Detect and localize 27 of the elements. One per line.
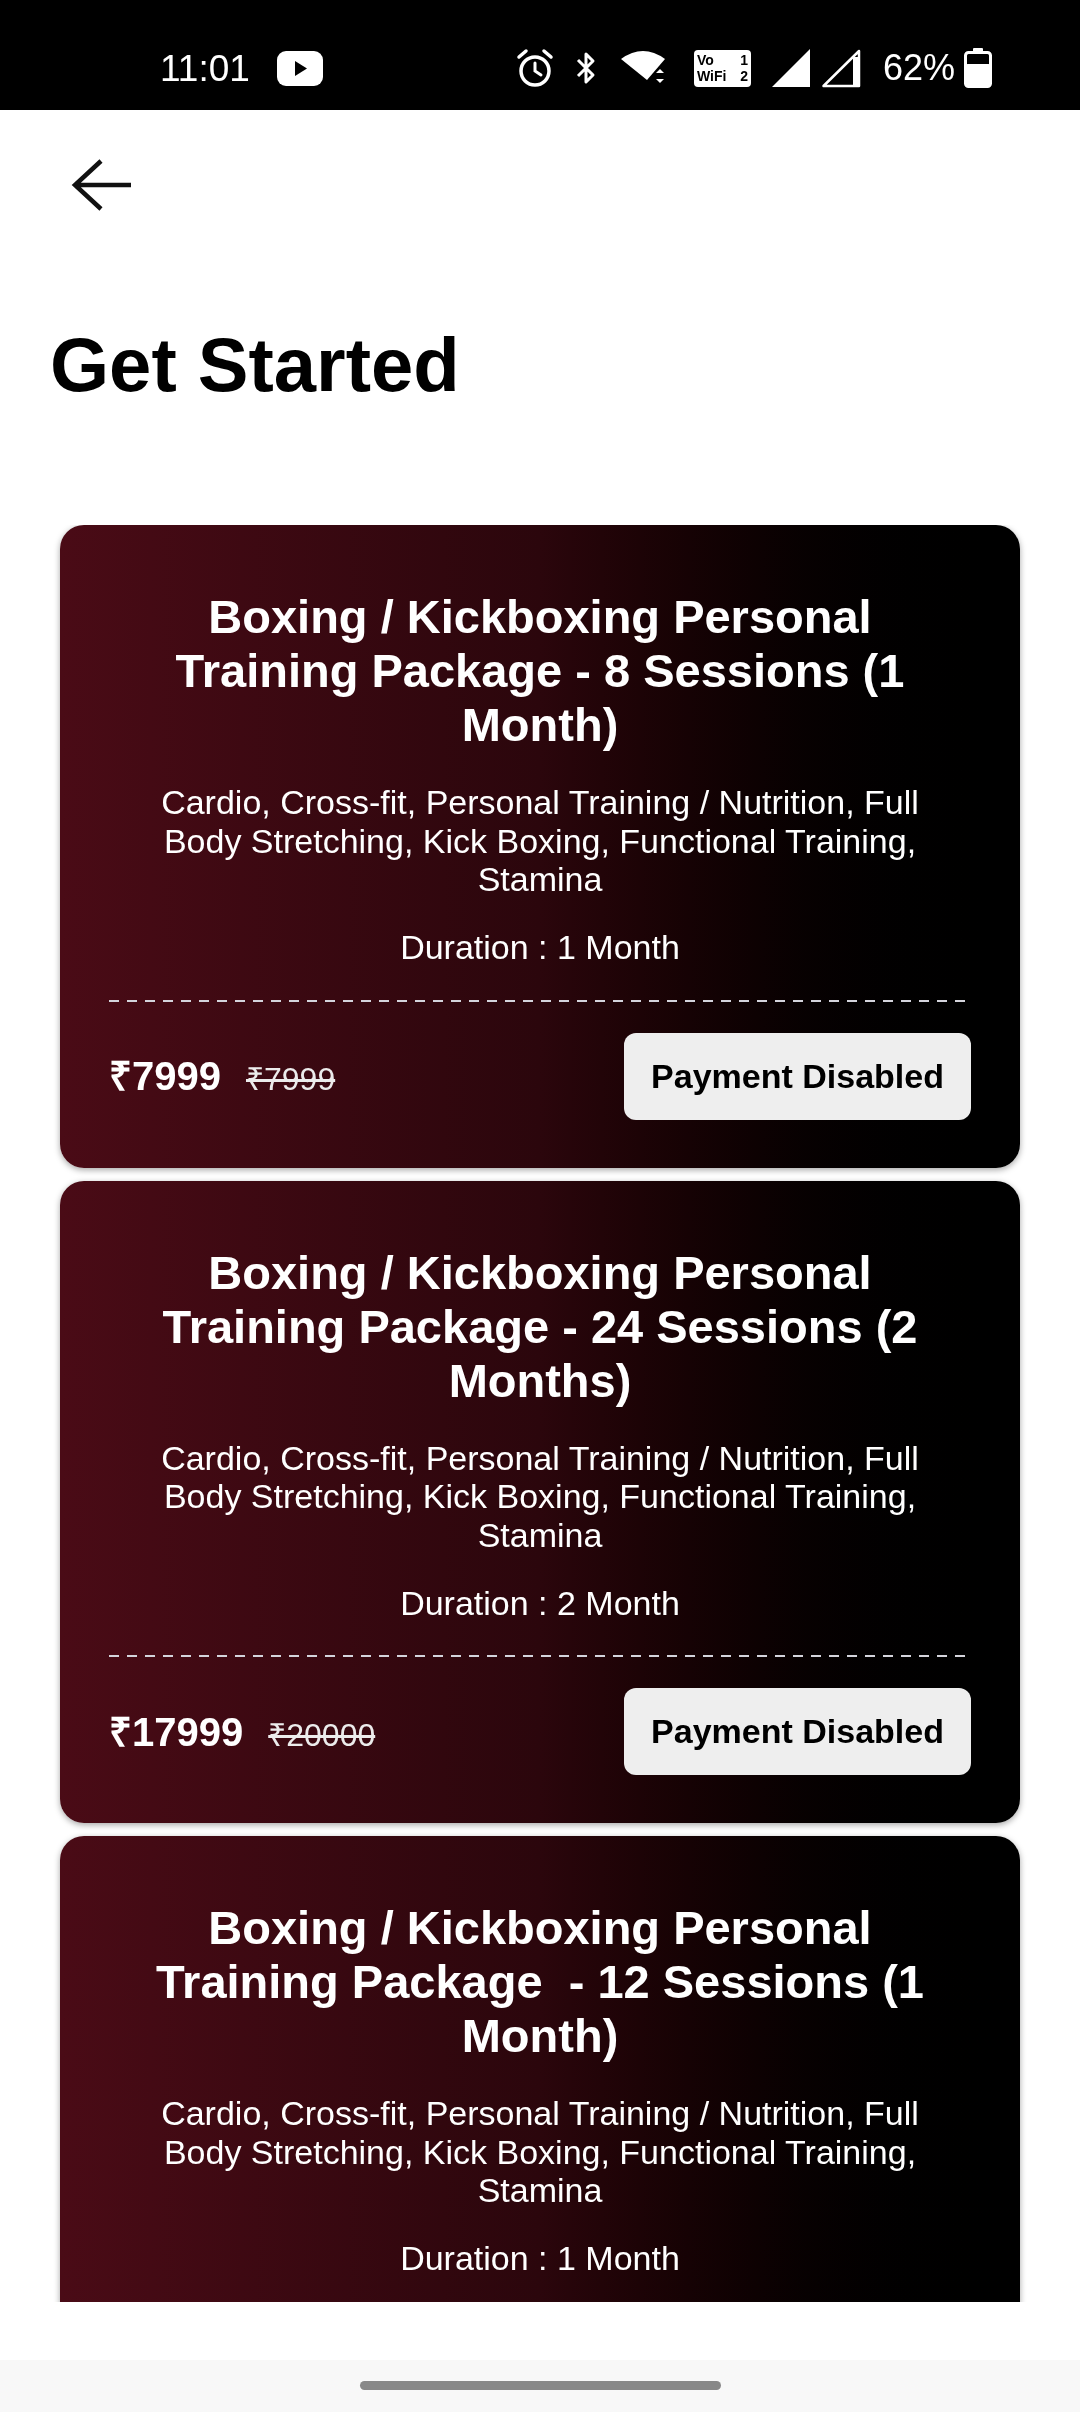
package-title: Boxing / Kickboxing Personal Training Package - 12 Sessions (1 Month) (155, 1901, 925, 2063)
price: ₹17999 (109, 1711, 244, 1752)
alarm-clock-icon (515, 48, 554, 88)
wifi-calling-badge: Vo 1 WiFi 2 (693, 49, 751, 87)
status-time: 11:01 (160, 49, 250, 87)
package-duration: Duration : 2 Month (400, 1583, 680, 1622)
video-play-icon (276, 50, 323, 86)
back-arrow-icon (71, 158, 133, 212)
package-description: Cardio, Cross-fit, Personal Training / Nutrition, Full Body Stretching, Kick Boxing, Functional Training, Stamina (160, 2094, 920, 2210)
package-description: Cardio, Cross-fit, Personal Training / Nutrition, Full Body Stretching, Kick Boxing, Functional Training, Stamina (160, 783, 920, 899)
package-duration: Duration : 1 Month (400, 928, 680, 967)
payment-button[interactable]: Payment Disabled (624, 1688, 971, 1775)
signal-icon (770, 48, 811, 88)
battery-icon (964, 48, 992, 88)
page-title: Get Started (50, 327, 461, 403)
package-title: Boxing / Kickboxing Personal Training Package - 24 Sessions (2 Months) (161, 1245, 919, 1408)
package-description: Cardio, Cross-fit, Personal Training / Nutrition, Full Body Stretching, Kick Boxing, Functional Training, Stamina (160, 1438, 920, 1554)
wifi-icon (619, 50, 665, 86)
back-button[interactable] (71, 158, 133, 212)
payment-button[interactable]: Payment Disabled (624, 1032, 971, 1120)
original-price: ₹7999 (246, 1063, 336, 1095)
original-price: ₹20000 (268, 1718, 376, 1751)
package-duration: Duration : 1 Month (400, 2239, 680, 2278)
battery-percentage: 62% (882, 50, 955, 86)
price: ₹7999 (109, 1056, 221, 1096)
package-title: Boxing / Kickboxing Personal Training Package - 8 Sessions (1 Month) (174, 590, 906, 752)
signal-icon (820, 48, 861, 88)
